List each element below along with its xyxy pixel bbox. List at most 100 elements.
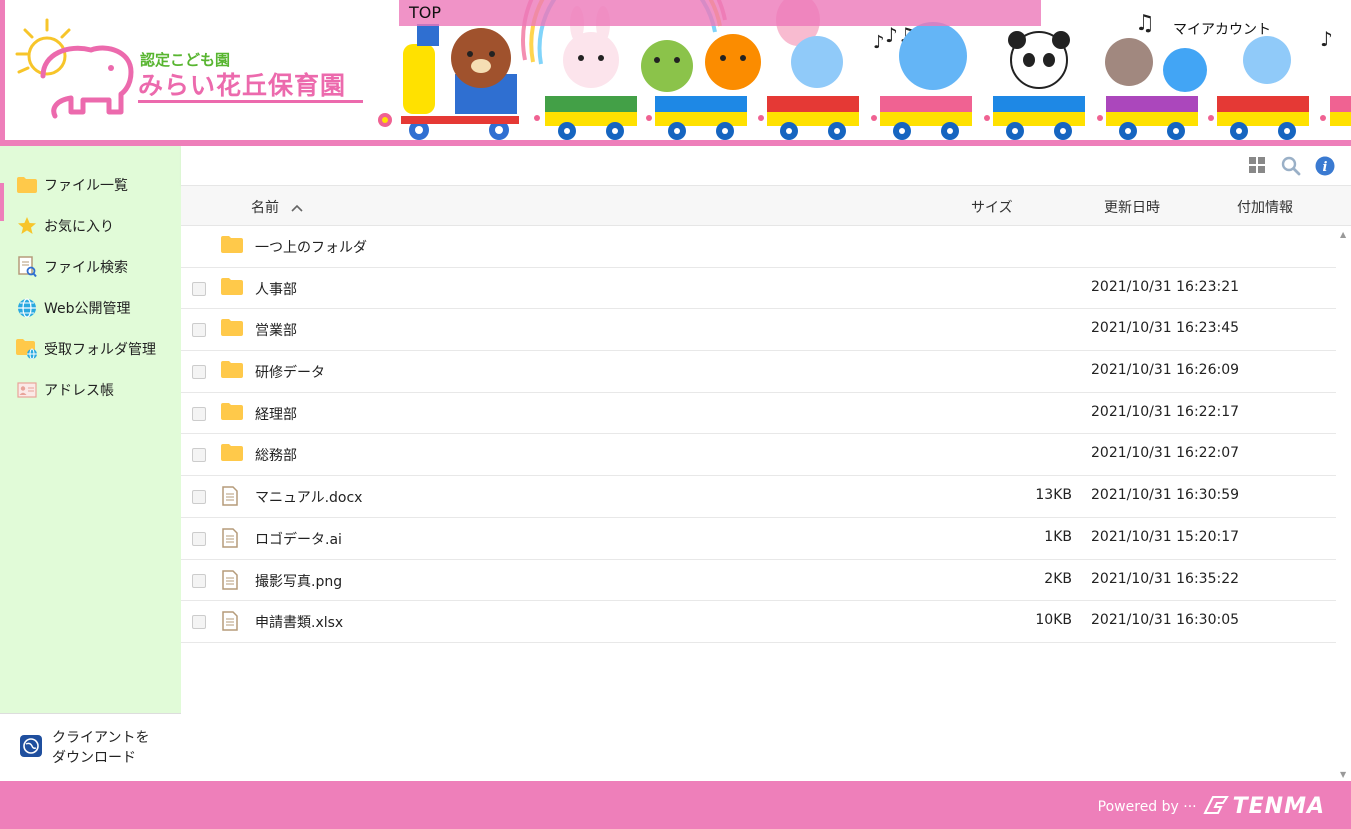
file-name[interactable]: 総務部	[255, 445, 297, 465]
folder-icon	[221, 236, 243, 257]
sidebar-item-label: Web公開管理	[44, 300, 131, 317]
table-row[interactable]: 研修データ 2021/10/31 16:26:09	[181, 351, 1336, 393]
elephant-sun-logo-icon	[15, 18, 134, 119]
client-download-line2: ダウンロード	[52, 749, 136, 766]
folder-icon	[16, 174, 38, 196]
logo-underline	[138, 100, 363, 103]
logo-title: みらい花丘保育園	[138, 71, 347, 100]
powered-by-label: Powered by ···	[1097, 798, 1197, 815]
file-modified: 2021/10/31 16:30:05	[1091, 612, 1240, 629]
powered-by: Powered by ··· TENMA	[1098, 794, 1325, 819]
file-search-icon	[16, 255, 38, 278]
sidebar: ファイル一覧 お気に入り ファイル検索 Web公開管理 受取フォルダ管理 アドレ…	[0, 146, 181, 713]
folder-icon	[221, 277, 243, 299]
folder-icon	[221, 444, 243, 465]
file-modified: 2021/10/31 16:35:22	[1091, 570, 1240, 587]
file-modified: 2021/10/31 16:26:09	[1091, 362, 1240, 379]
sidebar-item-web-publish[interactable]: Web公開管理	[0, 287, 181, 328]
row-checkbox[interactable]	[192, 573, 206, 588]
file-modified: 2021/10/31 16:23:21	[1091, 278, 1240, 295]
globe-icon	[16, 297, 38, 319]
file-name[interactable]: 申請書類.xlsx	[255, 612, 343, 632]
file-size: 2KB	[1044, 570, 1072, 587]
grid-view-icon[interactable]	[1248, 156, 1268, 176]
row-checkbox[interactable]	[192, 323, 206, 338]
vertical-scrollbar[interactable]: ▲ ▼	[1336, 226, 1351, 781]
footer: Powered by ··· TENMA	[0, 781, 1351, 829]
document-icon	[221, 611, 239, 635]
row-checkbox[interactable]	[192, 406, 206, 421]
row-checkbox[interactable]	[192, 490, 206, 505]
address-card-icon	[16, 379, 38, 401]
column-header-name[interactable]: 名前	[251, 197, 304, 217]
file-name[interactable]: ロゴデータ.ai	[255, 529, 342, 549]
sidebar-item-label: 受取フォルダ管理	[44, 341, 156, 358]
sidebar-nav: ファイル一覧 お気に入り ファイル検索 Web公開管理 受取フォルダ管理 アドレ…	[0, 146, 181, 410]
table-header: 名前 サイズ 更新日時 付加情報	[181, 186, 1351, 226]
toolbar: i	[181, 146, 1351, 186]
sidebar-item-favorites[interactable]: お気に入り	[0, 205, 181, 246]
column-header-modified[interactable]: 更新日時	[1104, 197, 1160, 217]
sidebar-item-address-book[interactable]: アドレス帳	[0, 369, 181, 410]
file-modified: 2021/10/31 16:22:07	[1091, 445, 1240, 462]
sidebar-item-file-search[interactable]: ファイル検索	[0, 246, 181, 287]
sidebar-item-label: ファイル一覧	[44, 177, 128, 194]
sidebar-item-receive-folder[interactable]: 受取フォルダ管理	[0, 328, 181, 369]
column-header-info[interactable]: 付加情報	[1237, 197, 1293, 217]
file-size: 1KB	[1044, 528, 1072, 545]
sort-ascending-icon	[291, 200, 304, 216]
top-link[interactable]: TOP	[399, 0, 1041, 26]
client-download-line1: クライアントを	[52, 729, 150, 746]
svg-text:♪: ♪	[873, 32, 885, 53]
svg-text:♫: ♫	[1135, 11, 1155, 36]
row-checkbox[interactable]	[192, 531, 206, 546]
file-size: 10KB	[1035, 612, 1072, 629]
table-row[interactable]: 撮影写真.png 2KB 2021/10/31 16:35:22	[181, 560, 1336, 602]
column-name-label: 名前	[251, 200, 279, 216]
file-name[interactable]: 研修データ	[255, 362, 325, 382]
sidebar-item-label: ファイル検索	[44, 259, 128, 276]
svg-text:♪: ♪	[1320, 27, 1333, 51]
client-download-button[interactable]: クライアントを ダウンロード	[0, 713, 181, 781]
parent-folder-row[interactable]: 一つ上のフォルダ	[181, 226, 1336, 268]
row-checkbox[interactable]	[192, 615, 206, 630]
my-account-link[interactable]: マイアカウント	[1173, 19, 1271, 39]
table-row[interactable]: 経理部 2021/10/31 16:22:17	[181, 393, 1336, 435]
row-checkbox[interactable]	[192, 448, 206, 463]
site-logo[interactable]: 認定こども園 みらい花丘保育園	[0, 0, 365, 146]
file-list: 一つ上のフォルダ 人事部 2021/10/31 16:23:21 営業部 202…	[181, 226, 1336, 643]
info-icon[interactable]: i	[1315, 156, 1335, 176]
folder-icon	[221, 402, 243, 424]
table-row[interactable]: 総務部 2021/10/31 16:22:07	[181, 434, 1336, 477]
svg-text:i: i	[1323, 160, 1328, 175]
scroll-up-arrow-icon[interactable]: ▲	[1340, 230, 1346, 239]
scroll-down-arrow-icon[interactable]: ▼	[1340, 770, 1346, 779]
sidebar-item-label: お気に入り	[44, 218, 114, 235]
folder-icon	[221, 361, 243, 382]
client-download-label: クライアントを ダウンロード	[52, 728, 149, 768]
header: 認定こども園 みらい花丘保育園 ♪♫ ♫ ♪ ♪ TOP マイアカウント	[0, 0, 1351, 146]
file-browser: i 名前 サイズ 更新日時 付加情報 一つ上のフォルダ 人事部 2021/10/…	[181, 146, 1351, 781]
sidebar-item-file-list[interactable]: ファイル一覧	[0, 164, 181, 221]
file-name[interactable]: マニュアル.docx	[255, 487, 362, 507]
table-row[interactable]: マニュアル.docx 13KB 2021/10/31 16:30:59	[181, 476, 1336, 518]
sidebar-item-label: アドレス帳	[44, 382, 114, 399]
row-checkbox[interactable]	[192, 365, 206, 380]
table-row[interactable]: 営業部 2021/10/31 16:23:45	[181, 309, 1336, 352]
search-icon[interactable]	[1281, 156, 1301, 176]
parent-folder-label: 一つ上のフォルダ	[255, 240, 367, 256]
document-icon	[221, 528, 239, 552]
file-modified: 2021/10/31 16:22:17	[1091, 403, 1240, 420]
file-modified: 2021/10/31 16:30:59	[1091, 487, 1240, 504]
file-name[interactable]: 人事部	[255, 279, 297, 299]
file-name[interactable]: 経理部	[255, 404, 297, 424]
table-row[interactable]: 申請書類.xlsx 10KB 2021/10/31 16:30:05	[181, 601, 1336, 643]
star-icon	[16, 215, 38, 237]
table-row[interactable]: 人事部 2021/10/31 16:23:21	[181, 268, 1336, 310]
row-checkbox[interactable]	[192, 281, 206, 296]
brand-name: TENMA	[1232, 794, 1325, 819]
file-name[interactable]: 撮影写真.png	[255, 571, 342, 591]
file-name[interactable]: 営業部	[255, 320, 297, 340]
column-header-size[interactable]: サイズ	[971, 197, 1013, 217]
table-row[interactable]: ロゴデータ.ai 1KB 2021/10/31 15:20:17	[181, 518, 1336, 560]
